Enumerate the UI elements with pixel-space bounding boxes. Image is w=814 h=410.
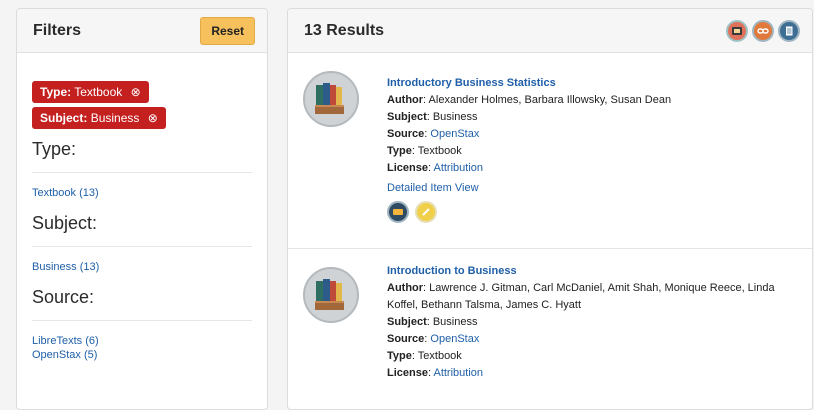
type-row: Type: Textbook <box>387 143 797 160</box>
subject-label: Subject <box>387 316 427 328</box>
item-details: Introduction to Business Author: Lawrenc… <box>387 263 797 382</box>
result-item: Introduction to Business Author: Lawrenc… <box>288 249 812 409</box>
type-value: : Textbook <box>411 350 462 362</box>
results-count: 13 Results <box>304 21 385 39</box>
license-link[interactable]: Attribution <box>433 367 483 379</box>
textbook-icon <box>303 71 359 127</box>
license-row: License: Attribution <box>387 162 484 174</box>
filters-panel: Filters Reset Type: Textbook ⊗ Subject: … <box>16 8 268 410</box>
author-row: Author: Alexander Holmes, Barbara Illows… <box>387 92 797 109</box>
subject-value: : Business <box>426 316 478 328</box>
detail-view-link[interactable]: Detailed Item View <box>387 180 797 197</box>
remove-filter-icon[interactable]: ⊗ <box>148 111 158 125</box>
source-label: Source <box>387 128 425 140</box>
source-row: Source: OpenStax <box>387 333 480 345</box>
subject-value: : Business <box>426 111 478 123</box>
view-icons <box>726 19 800 42</box>
pencil-icon[interactable] <box>415 201 437 223</box>
license-label: License <box>387 367 428 379</box>
type-label: Type <box>387 145 412 157</box>
results-header: 13 Results <box>288 9 812 53</box>
filters-body: Type: Textbook ⊗ Subject: Business ⊗ Typ… <box>17 53 267 361</box>
author-label: Author <box>387 94 424 106</box>
active-filter-chip[interactable]: Type: Textbook ⊗ <box>32 81 149 103</box>
facet-option[interactable]: Business (13) <box>32 261 252 273</box>
chip-key: Type: <box>40 85 72 99</box>
ticket-icon[interactable] <box>387 201 409 223</box>
results-panel: 13 Results Introductory Business Statist… <box>287 8 813 410</box>
source-link[interactable]: OpenStax <box>430 333 479 345</box>
item-details: Introductory Business Statistics Author:… <box>387 75 797 223</box>
author-value: : Lawrence J. Gitman, Carl McDaniel, Ami… <box>387 282 775 311</box>
source-row: Source: OpenStax <box>387 128 480 140</box>
chip-key: Subject: <box>40 111 88 125</box>
chip-value: Business <box>90 111 140 125</box>
filters-title: Filters <box>33 21 82 39</box>
type-value: : Textbook <box>411 145 462 157</box>
author-label: Author <box>387 282 424 294</box>
facet-type: Type: Textbook (13) <box>32 139 252 199</box>
source-link[interactable]: OpenStax <box>430 128 479 140</box>
filters-header: Filters Reset <box>17 9 267 53</box>
author-value: : Alexander Holmes, Barbara Illowsky, Su… <box>423 94 672 106</box>
item-title-link[interactable]: Introductory Business Statistics <box>387 75 797 92</box>
result-item: Introductory Business Statistics Author:… <box>288 53 812 249</box>
facet-source: Source: LibreTexts (6) OpenStax (5) <box>32 287 252 361</box>
facet-option[interactable]: LibreTexts (6) <box>32 335 252 347</box>
remove-filter-icon[interactable]: ⊗ <box>131 85 141 99</box>
facet-title: Source: <box>32 287 252 321</box>
type-row: Type: Textbook <box>387 348 797 365</box>
license-label: License <box>387 162 428 174</box>
document-icon[interactable] <box>778 19 800 42</box>
subject-row: Subject: Business <box>387 314 797 331</box>
reset-button[interactable]: Reset <box>200 16 255 45</box>
license-link[interactable]: Attribution <box>433 162 483 174</box>
license-row: License: Attribution <box>387 367 484 379</box>
chip-value: Textbook <box>74 85 123 99</box>
link-icon[interactable] <box>752 19 774 42</box>
subject-label: Subject <box>387 111 427 123</box>
source-label: Source <box>387 333 425 345</box>
active-filter-chip[interactable]: Subject: Business ⊗ <box>32 107 166 129</box>
facet-title: Subject: <box>32 213 252 247</box>
author-row: Author: Lawrence J. Gitman, Carl McDanie… <box>387 280 797 314</box>
subject-row: Subject: Business <box>387 109 797 126</box>
facet-subject: Subject: Business (13) <box>32 213 252 273</box>
photo-icon[interactable] <box>726 19 748 42</box>
facet-title: Type: <box>32 139 252 173</box>
item-title-link[interactable]: Introduction to Business <box>387 263 797 280</box>
facet-option[interactable]: OpenStax (5) <box>32 349 252 361</box>
textbook-icon <box>303 267 359 323</box>
item-badges <box>387 201 797 223</box>
type-label: Type <box>387 350 412 362</box>
facet-option[interactable]: Textbook (13) <box>32 187 252 199</box>
